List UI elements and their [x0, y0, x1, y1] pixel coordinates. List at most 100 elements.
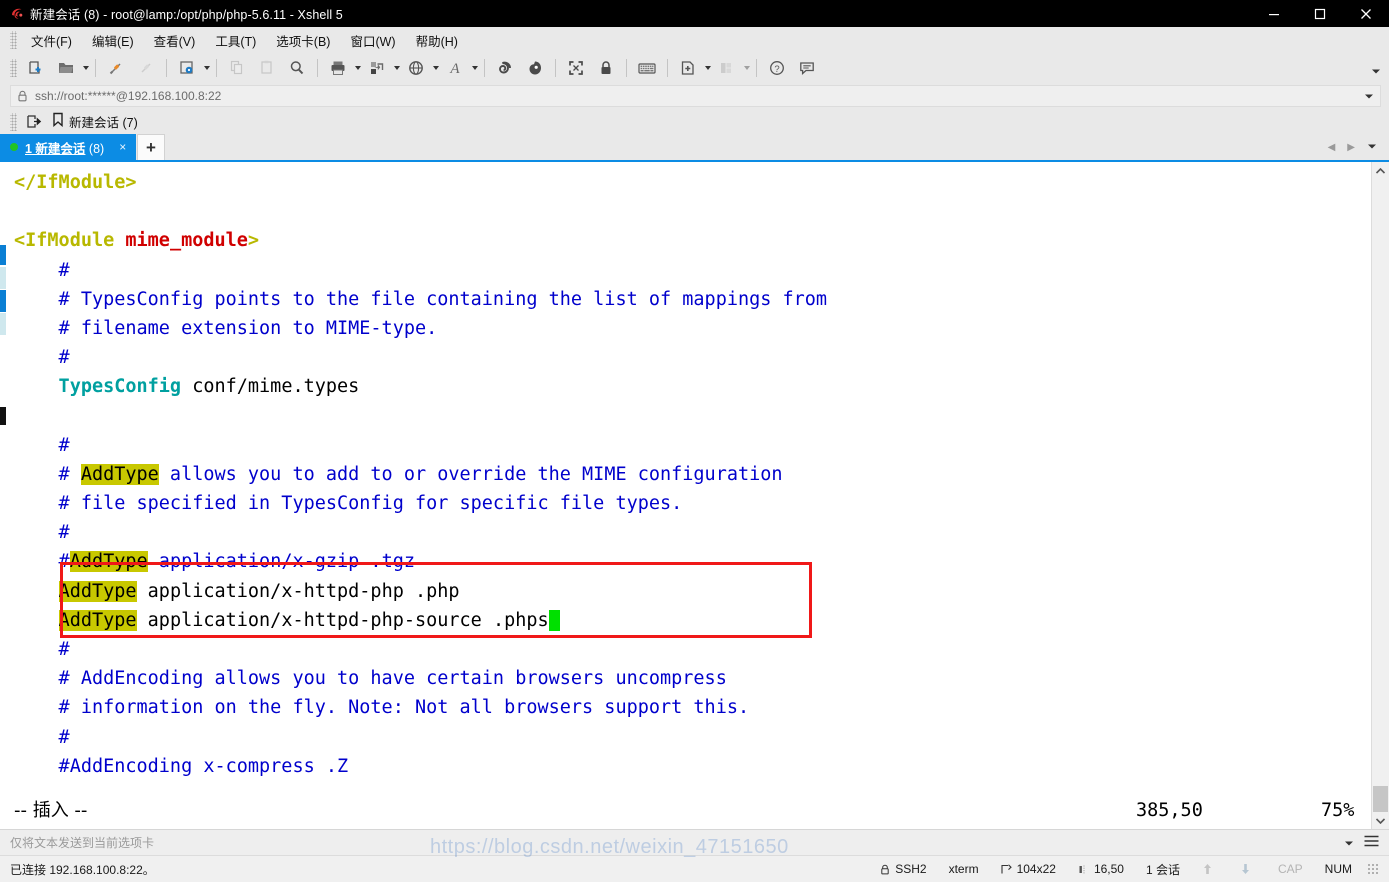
tab-close-icon[interactable]: × [116, 141, 129, 153]
add-panel-dropdown-icon[interactable] [703, 66, 712, 70]
scrollbar-thumb[interactable] [1373, 786, 1388, 812]
download-icon [1240, 863, 1251, 875]
toolbar-grip[interactable] [10, 59, 17, 77]
tab-scroll-left-icon[interactable]: ◀ [1322, 142, 1342, 153]
bookmark-label: 新建会话 (7) [69, 116, 138, 130]
vim-status-line: -- 插入 -- 385,50 75% [14, 796, 1371, 825]
new-tab-button[interactable]: + [137, 134, 165, 160]
terminal-line: # file specified in TypesConfig for spec… [14, 493, 683, 515]
print-dropdown-icon[interactable] [353, 66, 362, 70]
font-dropdown-icon[interactable] [470, 66, 479, 70]
tab-index: 1 [25, 141, 32, 156]
send-target-dropdown-icon[interactable] [1344, 834, 1354, 852]
menu-edit[interactable]: 编辑(E) [82, 28, 144, 53]
scroll-up-icon[interactable] [1372, 162, 1389, 179]
status-cursor-position[interactable]: 16,50 [1067, 862, 1135, 876]
maximize-button[interactable] [1297, 0, 1343, 27]
address-dropdown-icon[interactable] [1364, 87, 1374, 105]
toolbar-separator [216, 59, 217, 77]
close-button[interactable] [1343, 0, 1389, 27]
feedback-icon[interactable] [792, 55, 822, 81]
copy-icon [222, 55, 252, 81]
menu-window[interactable]: 窗口(W) [340, 28, 405, 53]
address-value: ssh://root:******@192.168.100.8:22 [35, 89, 222, 103]
globe-dropdown-icon[interactable] [431, 66, 440, 70]
tab-list-menu-icon[interactable] [1361, 142, 1383, 153]
terminal-screen[interactable]: </IfModule> <IfModule mime_module> # # T… [6, 162, 1371, 829]
menu-tools[interactable]: 工具(T) [205, 28, 266, 53]
connect-icon[interactable] [101, 55, 131, 81]
terminal-line: #AddType application/x-gzip .tgz [14, 551, 415, 573]
menu-file[interactable]: 文件(F) [21, 28, 82, 53]
resize-icon [1001, 863, 1012, 875]
menu-help[interactable]: 帮助(H) [406, 28, 468, 53]
status-protocol-label: SSH2 [895, 862, 927, 876]
open-folder-icon[interactable] [51, 55, 81, 81]
file-transfer-dropdown-icon[interactable] [392, 66, 401, 70]
open-in-tab-icon[interactable] [21, 111, 47, 132]
toolbar: A ? [0, 53, 1389, 83]
session-properties-icon[interactable] [172, 55, 202, 81]
scrollbar-track[interactable] [1372, 179, 1389, 812]
status-size[interactable]: 104x22 [990, 862, 1067, 876]
send-bar-controls [1344, 834, 1383, 852]
status-num-lock: NUM [1314, 862, 1363, 876]
terminal-line: # [14, 434, 70, 456]
terminal-line: # [14, 639, 70, 660]
toolbar-separator [626, 59, 627, 77]
find-icon[interactable] [282, 55, 312, 81]
help-icon[interactable]: ? [762, 55, 792, 81]
status-terminal-type[interactable]: xterm [938, 862, 990, 876]
lock-icon[interactable] [591, 55, 621, 81]
layout-icon [712, 55, 742, 81]
globe-icon[interactable] [401, 55, 431, 81]
bookmark-bar-grip[interactable] [10, 112, 17, 131]
toolbar-separator [756, 59, 757, 77]
tab-name: 新建会话 [31, 141, 86, 156]
send-to-tab-label: 仅将文本发送到当前选项卡 [10, 836, 155, 850]
scroll-down-icon[interactable] [1372, 812, 1389, 829]
status-protocol[interactable]: SSH2 [869, 862, 937, 876]
status-session-count-label: 1 会话 [1145, 862, 1180, 877]
status-caps-lock: CAP [1267, 862, 1314, 876]
menubar-grip[interactable] [10, 31, 17, 49]
cursor-pos-icon [1078, 864, 1089, 875]
fullscreen-icon[interactable] [561, 55, 591, 81]
open-folder-dropdown-icon[interactable] [81, 66, 90, 70]
session-properties-dropdown-icon[interactable] [202, 66, 211, 70]
tab-label: 1 新建会话 (8) [25, 138, 104, 157]
paste-icon [252, 55, 282, 81]
hamburger-menu-icon[interactable] [1364, 834, 1379, 852]
upload-icon [1202, 863, 1213, 875]
tab-scroll-right-icon[interactable]: ▶ [1341, 142, 1361, 153]
ssh-tunnel-icon[interactable] [490, 55, 520, 81]
file-transfer-icon[interactable] [362, 55, 392, 81]
lock-icon [17, 90, 28, 102]
address-bar-row: ssh://root:******@192.168.100.8:22 [0, 83, 1389, 109]
status-num-lock-label: NUM [1324, 862, 1352, 876]
window-controls [1251, 0, 1389, 27]
resize-grip[interactable] [1367, 863, 1379, 875]
bookmark-item[interactable]: 新建会话 (7) [47, 111, 143, 132]
compose-bar-icon[interactable] [632, 55, 662, 81]
key-agent-icon[interactable] [520, 55, 550, 81]
print-icon[interactable] [323, 55, 353, 81]
toolbar-overflow-icon[interactable] [1371, 62, 1381, 80]
xshell-window: 新建会话 (8) - root@lamp:/opt/php/php-5.6.11… [0, 0, 1389, 882]
connection-status: 已连接 192.168.100.8:22。 [10, 862, 155, 877]
terminal-line: # AddType allows you to add to or overri… [14, 463, 783, 485]
vim-percent: 75% [1321, 799, 1355, 821]
menu-tabs[interactable]: 选项卡(B) [266, 28, 340, 53]
terminal-scrollbar[interactable] [1371, 162, 1389, 829]
add-panel-icon[interactable] [673, 55, 703, 81]
address-bar[interactable]: ssh://root:******@192.168.100.8:22 [10, 85, 1381, 107]
tab-navigation: ◀ ▶ [1322, 134, 1389, 160]
terminal-line: </IfModule> [14, 172, 137, 193]
tab-session-1[interactable]: 1 新建会话 (8) × [0, 134, 136, 160]
new-session-icon[interactable] [21, 55, 51, 81]
font-icon[interactable]: A [440, 55, 470, 81]
status-session-count[interactable]: 1 会话 [1135, 861, 1191, 878]
minimize-button[interactable] [1251, 0, 1297, 27]
menu-view[interactable]: 查看(V) [144, 28, 206, 53]
